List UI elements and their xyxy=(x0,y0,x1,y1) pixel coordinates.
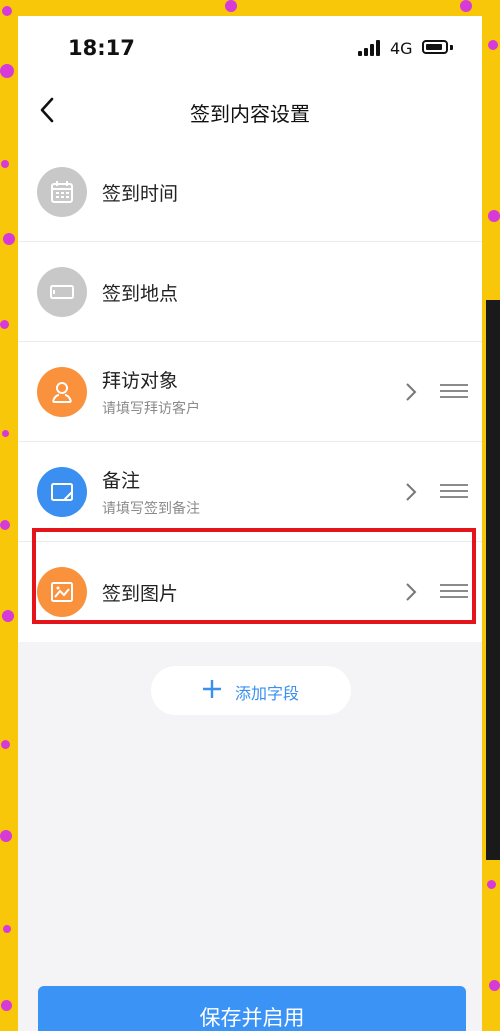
drag-handle-icon[interactable] xyxy=(440,584,468,598)
location-card-icon xyxy=(37,267,87,317)
status-time: 18:17 xyxy=(68,36,135,60)
person-icon xyxy=(37,367,87,417)
save-button-label: 保存并启用 xyxy=(199,1006,305,1030)
chevron-right-icon xyxy=(406,483,417,501)
field-row-checkin-location: 签到地点 xyxy=(18,242,482,342)
field-row-visit-target[interactable]: 拜访对象 请填写拜访客户 xyxy=(18,342,482,442)
battery-cap-icon xyxy=(450,45,453,50)
field-title: 备注 xyxy=(102,470,141,492)
network-type: 4G xyxy=(390,39,413,58)
drag-handle-icon[interactable] xyxy=(440,384,468,398)
field-title: 拜访对象 xyxy=(102,370,179,392)
chevron-right-icon xyxy=(406,583,417,601)
field-title: 签到时间 xyxy=(102,183,179,205)
phone-screen: 18:17 4G 签到内容设置 签到时间 签到地点 拜访对象 请填写拜访客户 备… xyxy=(18,16,482,1031)
drag-handle-icon[interactable] xyxy=(440,484,468,498)
calendar-icon xyxy=(37,167,87,217)
add-field-button[interactable]: 添加字段 xyxy=(151,666,351,715)
plus-icon xyxy=(203,680,221,698)
note-icon xyxy=(37,467,87,517)
field-row-note[interactable]: 备注 请填写签到备注 xyxy=(18,442,482,542)
battery-icon xyxy=(422,40,448,54)
page-title: 签到内容设置 xyxy=(190,102,310,126)
signal-icon xyxy=(358,40,382,56)
field-row-checkin-image[interactable]: 签到图片 xyxy=(18,542,482,642)
field-subtitle: 请填写拜访客户 xyxy=(102,401,200,417)
field-title: 签到地点 xyxy=(102,283,179,305)
field-subtitle: 请填写签到备注 xyxy=(102,501,200,517)
field-list: 签到时间 签到地点 拜访对象 请填写拜访客户 备注 请填写签到备注 签到图片 xyxy=(18,142,482,642)
status-bar: 18:17 4G xyxy=(18,16,482,80)
add-field-label: 添加字段 xyxy=(235,684,300,703)
chevron-right-icon xyxy=(406,383,417,401)
image-icon xyxy=(37,567,87,617)
field-title: 签到图片 xyxy=(102,583,179,605)
nav-bar: 签到内容设置 xyxy=(18,80,482,142)
save-enable-button[interactable]: 保存并启用 xyxy=(38,986,466,1031)
background-photo-edge xyxy=(486,300,500,860)
field-row-checkin-time: 签到时间 xyxy=(18,142,482,242)
